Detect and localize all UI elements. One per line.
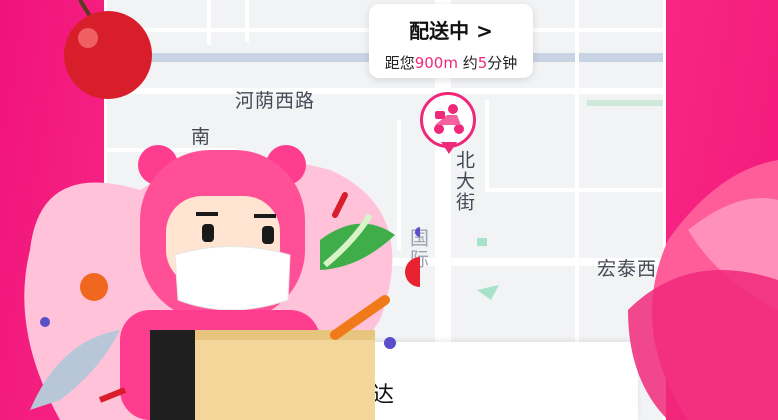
eta-minutes: 5 (477, 54, 488, 72)
scooter-icon (434, 104, 464, 134)
eta-suffix: 分钟 (487, 54, 518, 72)
rider-location-pin[interactable] (420, 92, 476, 154)
road-label-beidajie: 北大街 (453, 150, 475, 213)
eta-distance: 900m (414, 54, 458, 72)
mascot-illustration (24, 0, 420, 420)
red-envelope-illustration (628, 160, 778, 420)
eta-middle: 约 (457, 54, 478, 72)
